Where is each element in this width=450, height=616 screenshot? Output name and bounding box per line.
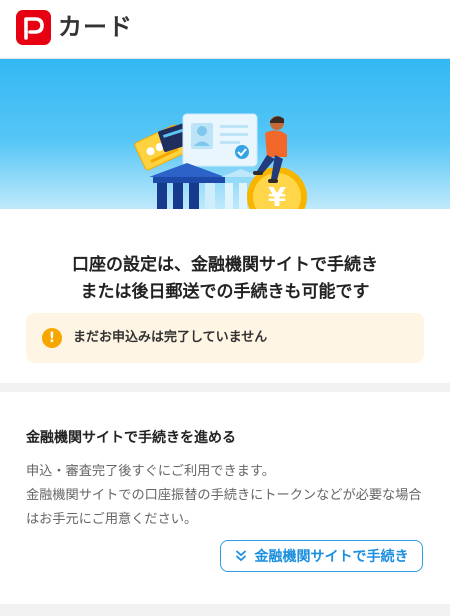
section-body-line2: 金融機関サイトでの口座振替の手続きにトークンなどが必要な場合はお手元にご用意くだ…: [26, 488, 422, 527]
section-divider: [0, 383, 450, 392]
button-label: 金融機関サイトで手続き: [254, 549, 409, 565]
hero-banner: ¥: [0, 59, 450, 209]
bottom-divider: [0, 604, 450, 616]
setup-title: 口座の設定は、金融機関サイトで手続き または後日郵送での手続きも可能です: [0, 252, 450, 306]
section-description: 申込・審査完了後すぐにご利用できます。 金融機関サイトでの口座振替の手続きにトー…: [26, 460, 426, 532]
section-body-line1: 申込・審査完了後すぐにご利用できます。: [26, 464, 275, 479]
double-chevron-down-icon: [235, 550, 246, 562]
bank-card-coin-illustration: ¥: [134, 113, 307, 209]
setup-title-line1: 口座の設定は、金融機関サイトで手続き: [72, 255, 378, 275]
svg-text:¥: ¥: [268, 183, 286, 209]
app-title: カード: [58, 13, 133, 41]
incomplete-notice: ! まだお申込みは完了していません: [26, 313, 424, 363]
setup-title-line2: または後日郵送での手続きも可能です: [80, 282, 370, 302]
section-heading: 金融機関サイトで手続きを進める: [26, 430, 236, 446]
notice-text: まだお申込みは完了していません: [73, 330, 268, 345]
bank-site-procedure-button[interactable]: 金融機関サイトで手続き: [220, 540, 423, 572]
paypay-logo-icon: [16, 10, 51, 45]
app-header: カード: [0, 0, 450, 59]
exclamation-icon: !: [42, 328, 62, 348]
